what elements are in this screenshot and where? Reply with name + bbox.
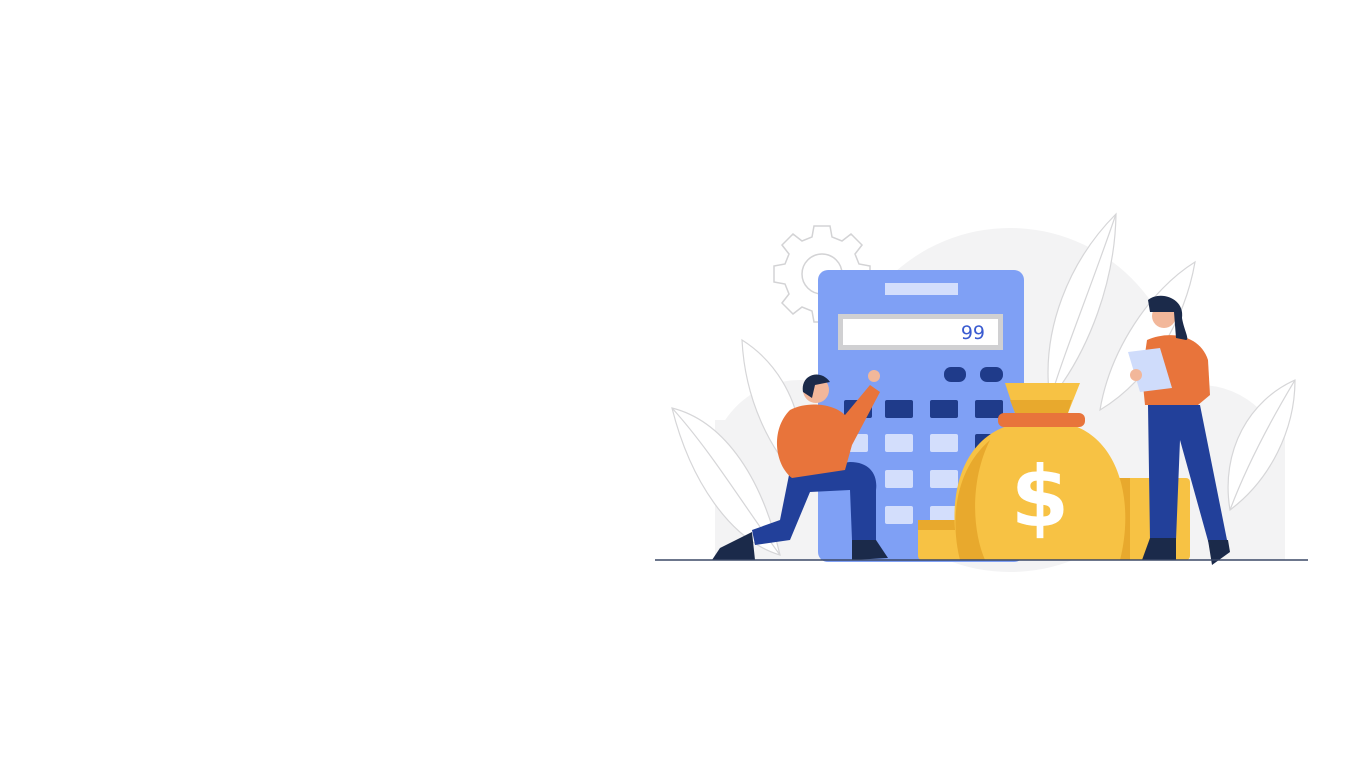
dollar-sign: $ (1011, 448, 1069, 546)
calculator-display: 99 (961, 322, 985, 344)
finance-illustration: 99 $ (655, 212, 1308, 572)
